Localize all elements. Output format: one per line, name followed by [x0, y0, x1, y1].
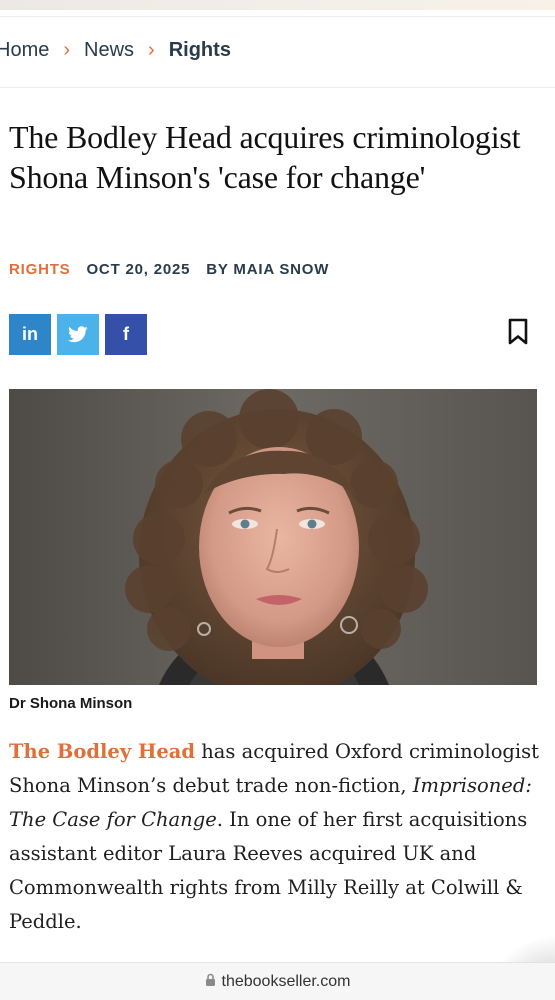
breadcrumb-news[interactable]: News — [84, 39, 134, 62]
article-meta: RIGHTS OCT 20, 2025 BY MAIA SNOW — [9, 261, 329, 278]
breadcrumb-rights[interactable]: Rights — [169, 39, 231, 62]
facebook-icon: f — [123, 324, 129, 344]
breadcrumb: Home › News › Rights — [0, 39, 231, 62]
publish-date: OCT 20, 2025 — [86, 261, 191, 278]
breadcrumb-bar: Home › News › Rights — [0, 16, 555, 88]
chevron-right-icon: › — [148, 39, 155, 61]
category-tag[interactable]: RIGHTS — [9, 261, 70, 278]
article-body: The Bodley Head has acquired Oxford crim… — [9, 735, 545, 939]
linkedin-share-button[interactable]: in — [9, 314, 51, 355]
browser-address-bar[interactable]: thebookseller.com — [0, 962, 555, 1000]
twitter-bird-icon — [68, 326, 88, 343]
linkedin-icon: in — [22, 324, 38, 344]
facebook-share-button[interactable]: f — [105, 314, 147, 355]
chevron-right-icon: › — [63, 39, 71, 61]
share-buttons: in f — [9, 314, 147, 355]
browser-top-strip — [0, 0, 555, 10]
article-photo — [9, 389, 537, 685]
url-text: thebookseller.com — [221, 973, 351, 990]
publisher-link[interactable]: The Bodley Head — [9, 740, 195, 763]
breadcrumb-home[interactable]: Home — [0, 39, 49, 62]
lock-icon — [205, 973, 215, 986]
bookmark-icon[interactable] — [507, 318, 529, 346]
portrait-image — [9, 389, 537, 685]
url-display[interactable]: thebookseller.com — [0, 973, 555, 991]
article-title: The Bodley Head acquires criminologist S… — [9, 119, 521, 195]
twitter-share-button[interactable] — [57, 314, 99, 355]
photo-caption: Dr Shona Minson — [9, 695, 133, 712]
byline[interactable]: BY MAIA SNOW — [206, 261, 329, 278]
